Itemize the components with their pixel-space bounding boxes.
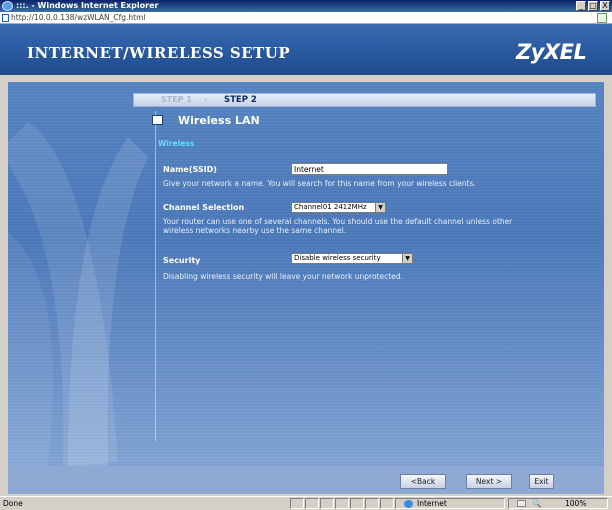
- zone-label: Internet: [417, 499, 447, 508]
- security-select[interactable]: Disable wireless security: [291, 253, 413, 264]
- divider: [155, 111, 156, 441]
- minimize-button[interactable]: _: [576, 1, 586, 11]
- status-text: Done: [3, 499, 23, 508]
- refresh-icon[interactable]: [597, 13, 607, 23]
- status-cell: [305, 498, 319, 509]
- status-cell: [335, 498, 349, 509]
- chevron-down-icon[interactable]: ▼: [402, 254, 412, 263]
- channel-description-1: Your router can use one of several chann…: [163, 217, 513, 226]
- step-indicator: [133, 93, 596, 107]
- ssid-description: Give your network a name. You will searc…: [163, 179, 476, 188]
- zoom-icon[interactable]: 🔍: [532, 498, 541, 509]
- zoom-level[interactable]: 100%: [565, 498, 586, 509]
- window-title: :::. - Windows Internet Explorer: [16, 1, 159, 10]
- channel-label: Channel Selection: [163, 203, 245, 212]
- status-cell: [365, 498, 379, 509]
- exit-button[interactable]: Exit: [529, 474, 554, 489]
- status-cell: [350, 498, 364, 509]
- bottom-bar: [8, 466, 604, 494]
- close-button[interactable]: X: [600, 1, 610, 11]
- page-icon: [2, 14, 9, 22]
- globe-icon: [404, 500, 413, 508]
- back-button[interactable]: <Back: [400, 474, 446, 489]
- address-text: http://10.0.0.138/wzWLAN_Cfg.html: [11, 13, 146, 22]
- subsection-title: Wireless: [158, 139, 195, 148]
- ie-logo-icon: [2, 1, 13, 11]
- security-label: Security: [163, 256, 201, 265]
- step-1-label: STEP 1: [161, 95, 192, 104]
- protected-mode-icon: [517, 500, 526, 507]
- page-title: INTERNET/WIRELESS SETUP: [27, 44, 291, 62]
- channel-select-value: Channel01 2412MHz: [294, 203, 367, 211]
- channel-description-2: wireless networks nearby use the same ch…: [163, 226, 347, 235]
- step-arrow-icon: ›: [204, 95, 208, 104]
- step-2-label: STEP 2: [224, 95, 257, 105]
- status-cell: [290, 498, 304, 509]
- maximize-button[interactable]: □: [588, 1, 598, 11]
- window-title-bar: :::. - Windows Internet Explorer: [0, 0, 612, 12]
- section-title: Wireless LAN: [178, 114, 260, 127]
- ssid-input[interactable]: [291, 163, 448, 175]
- chevron-down-icon[interactable]: ▼: [375, 203, 385, 212]
- status-cell: [320, 498, 334, 509]
- security-select-value: Disable wireless security: [294, 254, 381, 262]
- channel-select[interactable]: Channel01 2412MHz: [291, 202, 386, 213]
- address-bar[interactable]: http://10.0.0.138/wzWLAN_Cfg.html: [0, 12, 612, 24]
- security-description: Disabling wireless security will leave y…: [163, 272, 403, 281]
- folder-icon: [152, 115, 163, 125]
- status-cell: [380, 498, 394, 509]
- next-button[interactable]: Next >: [466, 474, 512, 489]
- ssid-label: Name(SSID): [163, 165, 217, 174]
- zyxel-logo: ZyXEL: [516, 40, 587, 64]
